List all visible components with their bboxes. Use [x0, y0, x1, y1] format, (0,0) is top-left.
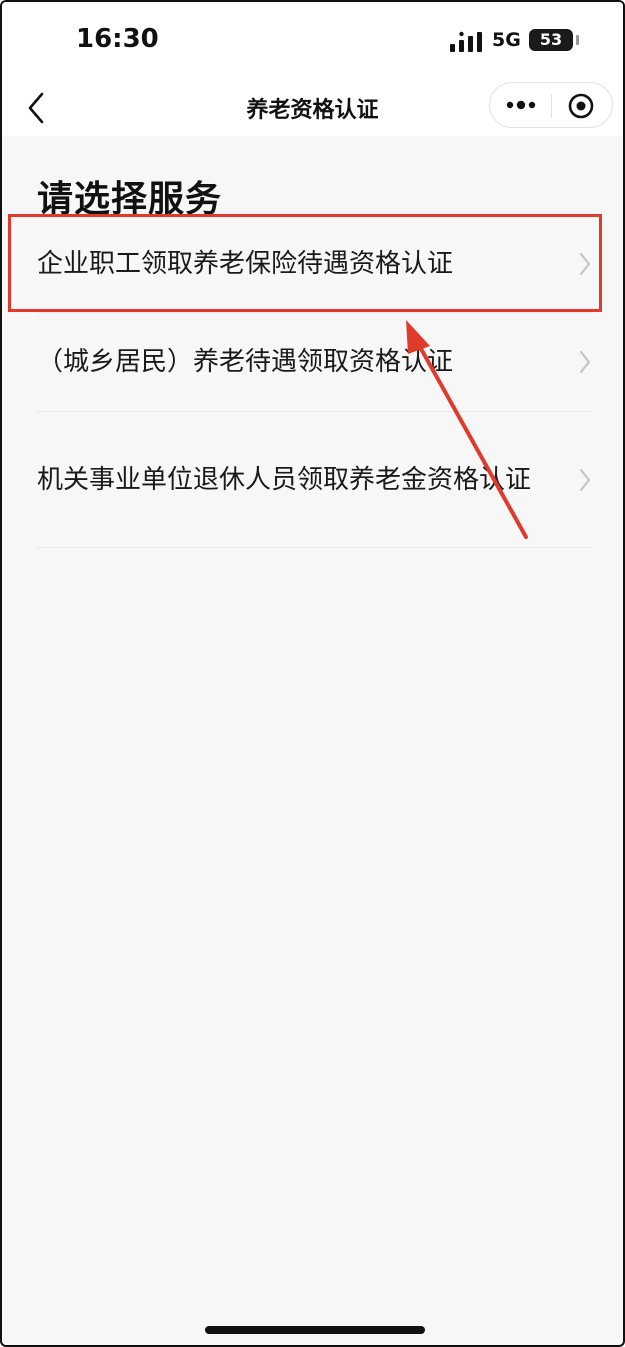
service-item-public-institution-retiree[interactable]: 机关事业单位退休人员领取养老金资格认证: [37, 412, 592, 548]
service-item-label: （城乡居民）养老待遇领取资格认证: [37, 347, 454, 377]
navigation-bar: 养老资格认证: [2, 80, 623, 136]
status-time: 16:30: [76, 24, 159, 54]
capsule-divider: [551, 94, 552, 118]
chevron-right-icon: [579, 350, 591, 374]
phone-screen: 16:30 5G 53 养老资格认证 请选择服务 企业职工领取养老保险待遇资格认…: [0, 0, 625, 1347]
network-type: 5G: [492, 29, 521, 51]
signal-bars-icon: [450, 31, 482, 52]
highlight-annotation-box: [8, 214, 602, 312]
chevron-right-icon: [579, 468, 591, 491]
mini-program-capsule: [489, 82, 613, 128]
target-circle-icon[interactable]: [567, 92, 595, 120]
status-bar: 16:30 5G 53: [2, 2, 623, 80]
more-dots-icon[interactable]: [504, 93, 538, 117]
battery-tip: [576, 35, 579, 45]
battery-level: 53: [529, 29, 573, 51]
service-item-urban-rural-resident[interactable]: （城乡居民）养老待遇领取资格认证: [37, 313, 592, 412]
service-item-label: 机关事业单位退休人员领取养老金资格认证: [37, 464, 532, 495]
home-indicator: [205, 1326, 425, 1334]
